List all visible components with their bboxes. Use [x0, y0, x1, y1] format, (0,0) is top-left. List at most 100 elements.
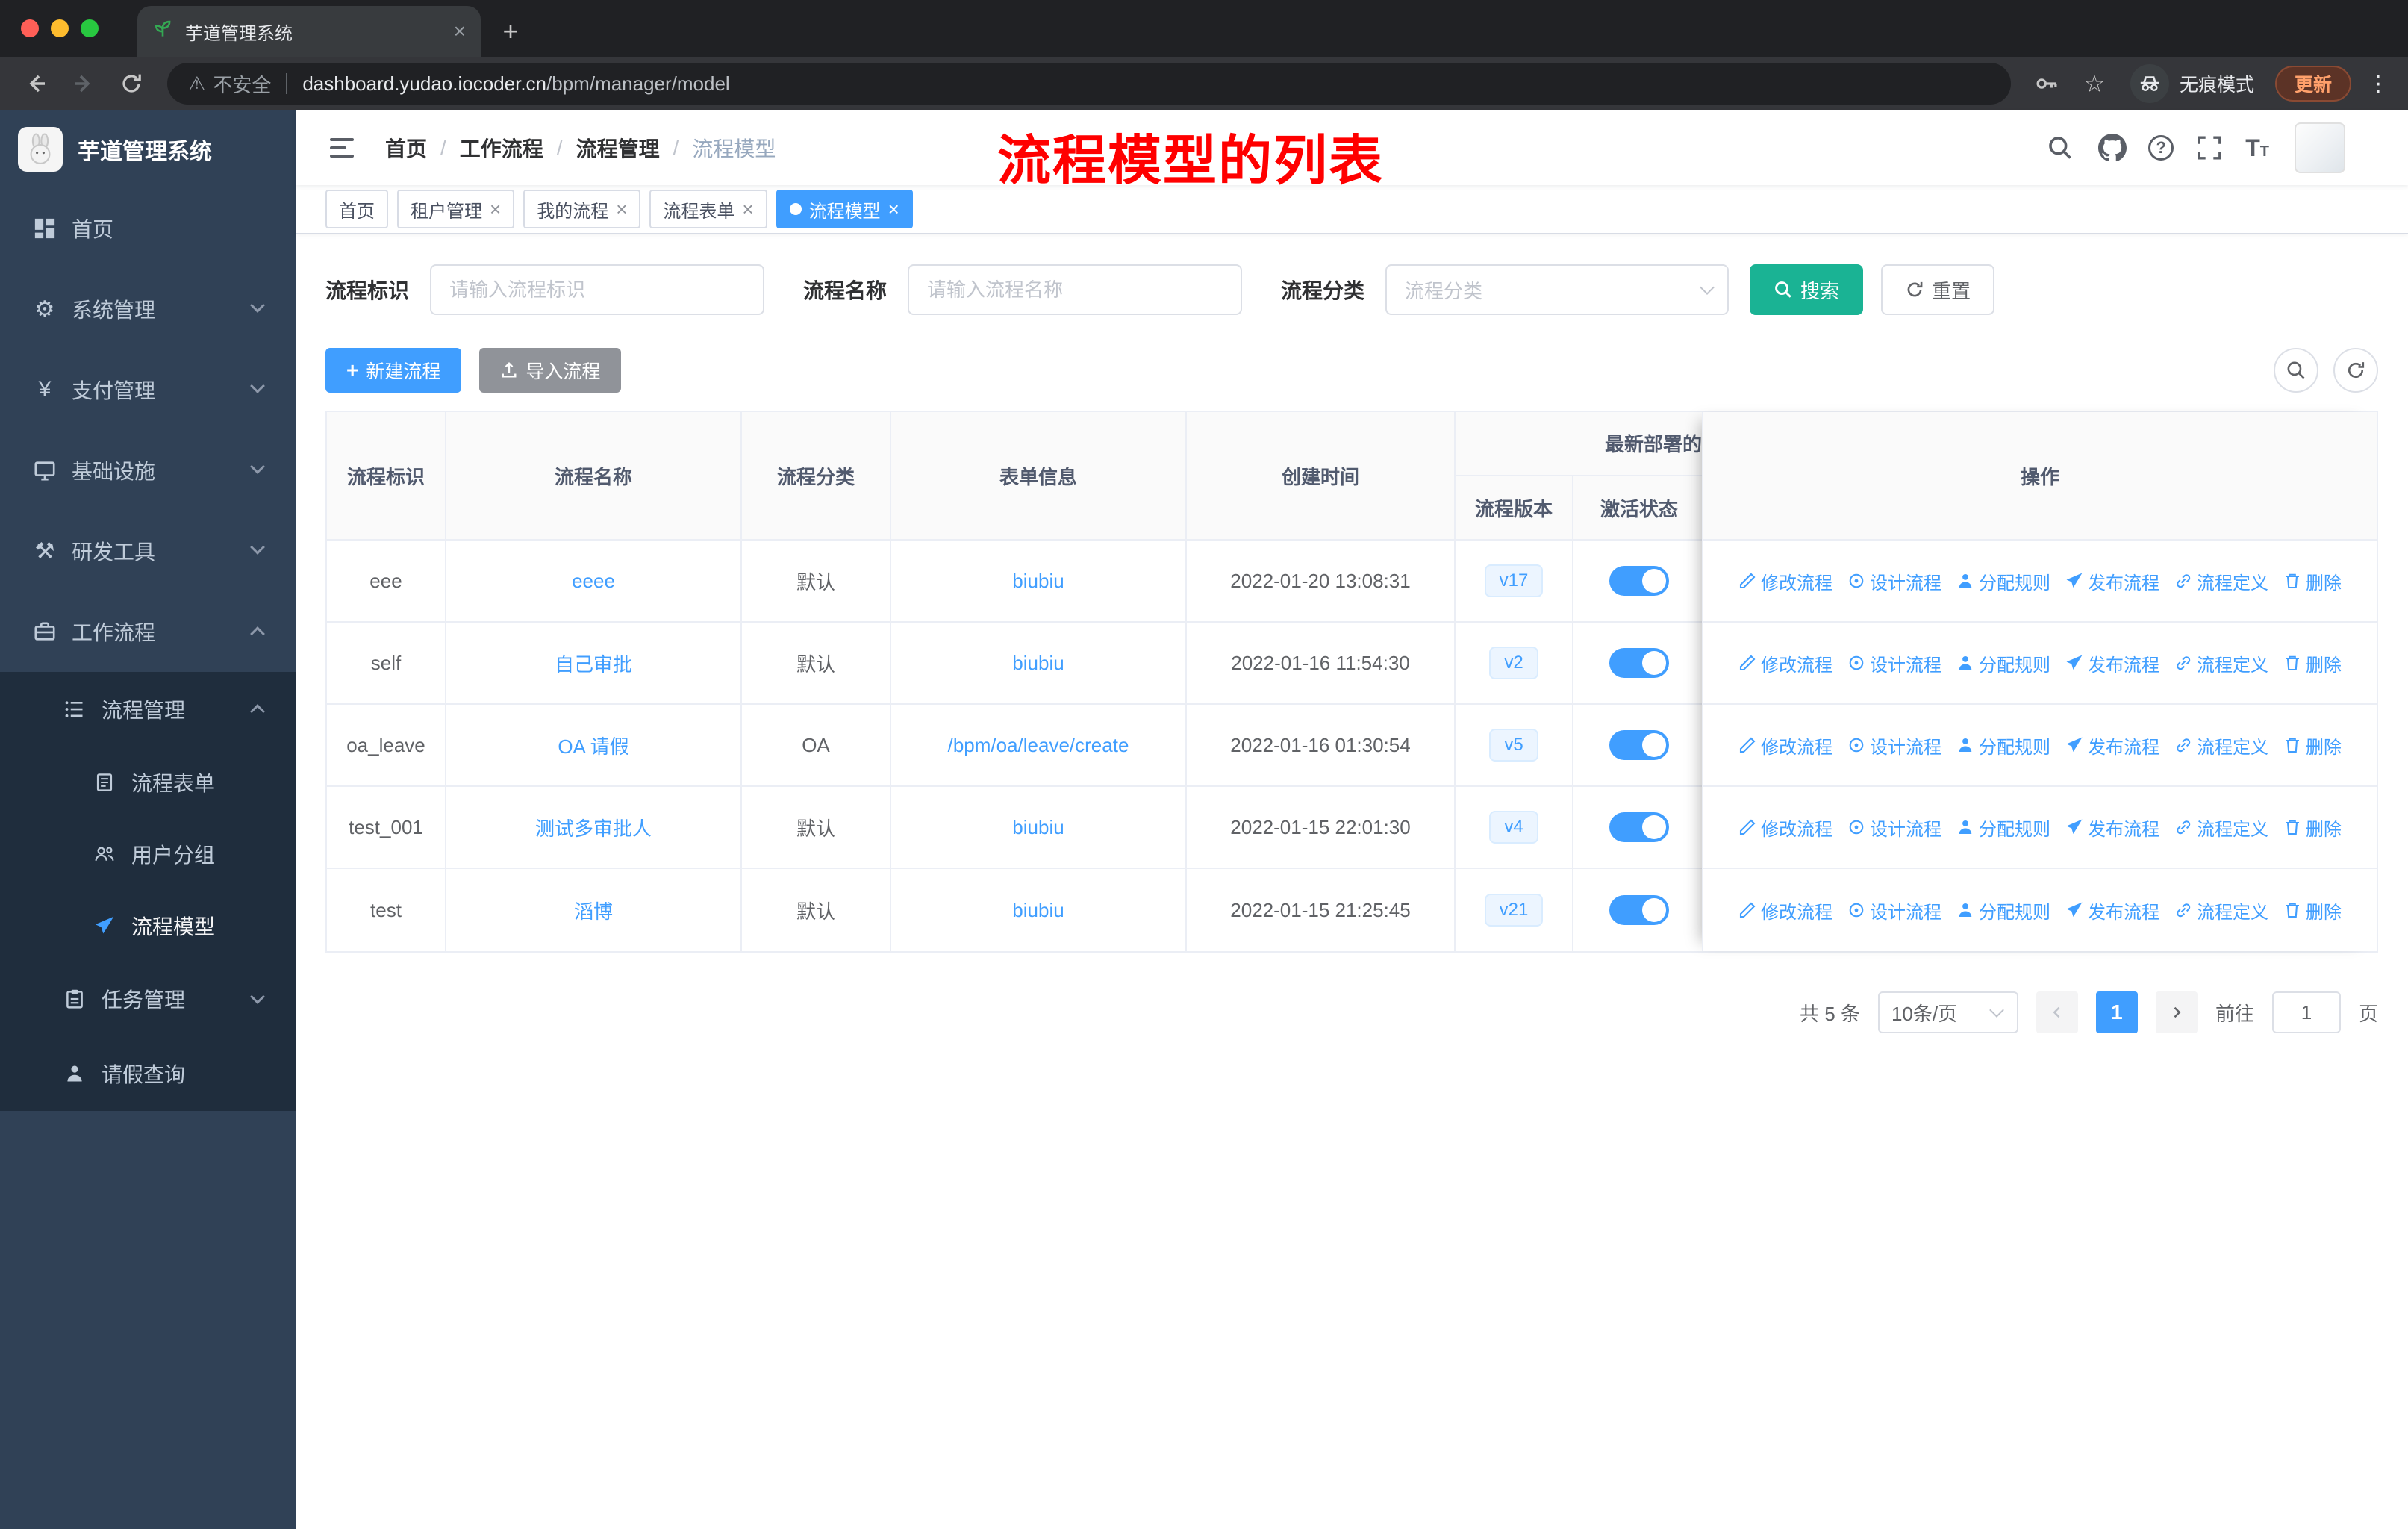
search-icon[interactable]: [2044, 131, 2077, 164]
browser-menu-icon[interactable]: ⋮: [2363, 71, 2393, 97]
edit-process-link[interactable]: 修改流程: [1738, 732, 1832, 759]
breadcrumb-workflow[interactable]: 工作流程: [460, 133, 543, 163]
design-process-link[interactable]: 设计流程: [1847, 568, 1941, 594]
font-size-icon[interactable]: TT: [2245, 134, 2269, 162]
assign-rule-link[interactable]: 分配规则: [1956, 897, 2050, 924]
process-name-input[interactable]: [908, 264, 1243, 315]
assign-rule-link[interactable]: 分配规则: [1956, 732, 2050, 759]
publish-process-link[interactable]: 发布流程: [2065, 732, 2159, 759]
sidebar-item-process-form[interactable]: 流程表单: [0, 747, 296, 818]
process-name-link[interactable]: 自己审批: [555, 650, 632, 677]
incognito-badge[interactable]: 无痕模式: [2130, 64, 2254, 103]
page-number-1[interactable]: 1: [2095, 991, 2138, 1033]
delete-link[interactable]: 删除: [2283, 815, 2342, 841]
edit-process-link[interactable]: 修改流程: [1738, 897, 1832, 924]
tag-process-form[interactable]: 流程表单 ×: [649, 190, 767, 228]
search-button[interactable]: 搜索: [1750, 264, 1864, 315]
edit-process-link[interactable]: 修改流程: [1738, 815, 1832, 841]
process-name-link[interactable]: 测试多审批人: [535, 814, 652, 841]
assign-rule-link[interactable]: 分配规则: [1956, 568, 2050, 594]
sidebar-item-system[interactable]: ⚙ 系统管理: [0, 269, 296, 349]
import-process-button[interactable]: 导入流程: [479, 348, 622, 393]
delete-link[interactable]: 删除: [2283, 568, 2342, 594]
delete-link[interactable]: 删除: [2283, 897, 2342, 924]
process-name-link[interactable]: OA 请假: [558, 732, 628, 759]
active-toggle[interactable]: [1609, 812, 1669, 842]
bookmark-star-icon[interactable]: ☆: [2074, 63, 2115, 105]
browser-tab[interactable]: 芋道管理系统 ×: [137, 6, 481, 57]
form-info-link[interactable]: biubiu: [1012, 816, 1064, 839]
close-icon[interactable]: ×: [888, 199, 899, 219]
process-definition-link[interactable]: 流程定义: [2174, 568, 2268, 594]
process-definition-link[interactable]: 流程定义: [2174, 815, 2268, 841]
sidebar-item-devtools[interactable]: ⚒ 研发工具: [0, 511, 296, 591]
active-toggle[interactable]: [1609, 730, 1669, 760]
forward-button[interactable]: [63, 63, 105, 105]
next-page-button[interactable]: [2155, 991, 2198, 1033]
close-icon[interactable]: ×: [616, 199, 627, 219]
edit-process-link[interactable]: 修改流程: [1738, 568, 1832, 594]
process-definition-link[interactable]: 流程定义: [2174, 897, 2268, 924]
design-process-link[interactable]: 设计流程: [1847, 815, 1941, 841]
breadcrumb-home[interactable]: 首页: [385, 133, 427, 163]
edit-process-link[interactable]: 修改流程: [1738, 650, 1832, 676]
design-process-link[interactable]: 设计流程: [1847, 650, 1941, 676]
assign-rule-link[interactable]: 分配规则: [1956, 815, 2050, 841]
user-avatar[interactable]: [2295, 122, 2345, 173]
help-icon[interactable]: ?: [2148, 135, 2174, 161]
close-window-button[interactable]: [21, 19, 39, 37]
design-process-link[interactable]: 设计流程: [1847, 732, 1941, 759]
close-icon[interactable]: ×: [490, 199, 501, 219]
maximize-window-button[interactable]: [81, 19, 99, 37]
github-icon[interactable]: [2096, 131, 2129, 164]
close-icon[interactable]: ×: [742, 199, 753, 219]
goto-page-input[interactable]: [2271, 991, 2341, 1033]
tab-close-icon[interactable]: ×: [454, 21, 466, 42]
sidebar-item-workflow[interactable]: 工作流程: [0, 591, 296, 672]
tag-my-process[interactable]: 我的流程 ×: [523, 190, 641, 228]
reload-button[interactable]: [110, 63, 152, 105]
reset-button[interactable]: 重置: [1881, 264, 1995, 315]
tag-tenant[interactable]: 租户管理 ×: [397, 190, 515, 228]
delete-link[interactable]: 删除: [2283, 650, 2342, 676]
process-definition-link[interactable]: 流程定义: [2174, 650, 2268, 676]
design-process-link[interactable]: 设计流程: [1847, 897, 1941, 924]
publish-process-link[interactable]: 发布流程: [2065, 815, 2159, 841]
form-info-link[interactable]: /bpm/oa/leave/create: [948, 734, 1129, 757]
sidebar-item-process-model[interactable]: 流程模型: [0, 890, 296, 962]
sidebar-item-process-management[interactable]: 流程管理: [0, 672, 296, 747]
prev-page-button[interactable]: [2036, 991, 2078, 1033]
form-info-link[interactable]: biubiu: [1012, 570, 1064, 593]
delete-link[interactable]: 删除: [2283, 732, 2342, 759]
process-name-link[interactable]: eeee: [572, 570, 615, 593]
active-toggle[interactable]: [1609, 895, 1669, 925]
breadcrumb-process-management[interactable]: 流程管理: [576, 133, 660, 163]
fullscreen-icon[interactable]: [2193, 131, 2226, 164]
form-info-link[interactable]: biubiu: [1012, 899, 1064, 922]
publish-process-link[interactable]: 发布流程: [2065, 650, 2159, 676]
create-process-button[interactable]: + 新建流程: [325, 348, 462, 393]
assign-rule-link[interactable]: 分配规则: [1956, 650, 2050, 676]
update-browser-button[interactable]: 更新: [2274, 66, 2351, 102]
minimize-window-button[interactable]: [51, 19, 69, 37]
sidebar-collapse-button[interactable]: [316, 121, 370, 175]
active-toggle[interactable]: [1609, 566, 1669, 596]
publish-process-link[interactable]: 发布流程: [2065, 897, 2159, 924]
active-toggle[interactable]: [1609, 648, 1669, 678]
back-button[interactable]: [15, 63, 57, 105]
publish-process-link[interactable]: 发布流程: [2065, 568, 2159, 594]
tag-home[interactable]: 首页: [325, 190, 388, 228]
form-info-link[interactable]: biubiu: [1012, 652, 1064, 675]
process-category-select[interactable]: 流程分类: [1385, 264, 1729, 315]
refresh-table-button[interactable]: [2333, 348, 2378, 393]
sidebar-item-payment[interactable]: ¥ 支付管理: [0, 349, 296, 430]
sidebar-item-home[interactable]: 首页: [0, 188, 296, 269]
process-name-link[interactable]: 滔博: [574, 897, 613, 924]
show-search-button[interactable]: [2274, 348, 2318, 393]
sidebar-item-task-management[interactable]: 任务管理: [0, 962, 296, 1036]
sidebar-item-user-group[interactable]: 用户分组: [0, 818, 296, 890]
app-logo-row[interactable]: 芋道管理系统: [0, 110, 296, 188]
sidebar-item-leave-query[interactable]: 请假查询: [0, 1036, 296, 1111]
tag-process-model[interactable]: 流程模型 ×: [776, 190, 913, 228]
password-key-icon[interactable]: [2026, 63, 2068, 105]
